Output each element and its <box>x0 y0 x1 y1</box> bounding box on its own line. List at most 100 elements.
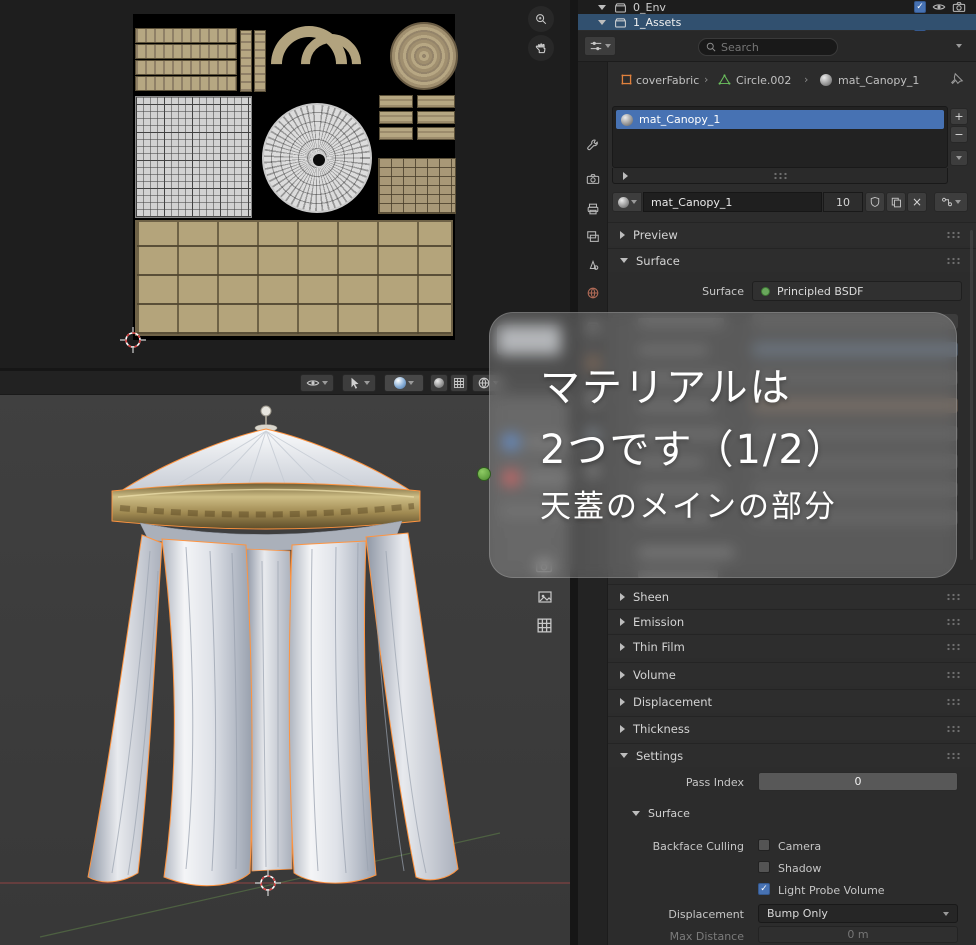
grip-handle[interactable] <box>946 671 962 679</box>
ortho-grid-gizmo[interactable] <box>536 617 553 634</box>
panel-surface-header[interactable]: Surface <box>608 248 976 272</box>
panel-thickness-header[interactable]: Thickness <box>608 716 976 740</box>
max-distance-field[interactable]: 0 m <box>758 926 958 943</box>
xray-toggle[interactable] <box>430 374 448 392</box>
camera-checkbox-label[interactable]: Camera <box>778 840 821 853</box>
surface-shader-button[interactable]: Principled BSDF <box>752 281 962 301</box>
material-name-field[interactable]: mat_Canopy_1 <box>643 192 822 212</box>
minus-icon: − <box>954 128 964 141</box>
panel-preview-header[interactable]: Preview <box>608 222 976 246</box>
uv-island <box>135 96 252 218</box>
collection-label[interactable]: 0_Env <box>633 1 666 14</box>
light-probe-volume-label[interactable]: Light Probe Volume <box>778 884 885 897</box>
fake-user-button[interactable] <box>865 192 885 212</box>
blender-window: 0_Env ✓ 1_Assets ✓ <box>0 0 976 945</box>
expand-caret-icon[interactable] <box>598 4 606 10</box>
camera-checkbox[interactable] <box>758 839 770 851</box>
panel-sheen-header[interactable]: Sheen <box>608 584 976 608</box>
search-box[interactable] <box>698 38 838 56</box>
unlink-material-button[interactable]: × <box>907 192 927 212</box>
displacement-dropdown[interactable]: Bump Only <box>758 904 958 923</box>
panel-title: Displacement <box>633 694 713 709</box>
header-options-caret[interactable] <box>956 44 962 48</box>
render-view-gizmo[interactable] <box>537 589 553 605</box>
subpanel-surface-header[interactable]: Surface <box>622 802 976 824</box>
tab-output[interactable] <box>586 202 600 216</box>
panel-volume-header[interactable]: Volume <box>608 662 976 686</box>
grip-handle[interactable] <box>946 752 962 760</box>
grip-handle[interactable] <box>946 725 962 733</box>
remove-slot-button[interactable]: − <box>950 126 968 143</box>
tab-world[interactable] <box>586 286 600 300</box>
sphere-icon <box>434 378 444 388</box>
collection-label[interactable]: 1_Assets <box>633 16 681 29</box>
outliner-row-env[interactable]: 0_Env ✓ <box>578 0 976 14</box>
chevron-right-icon <box>620 697 625 706</box>
pass-index-field[interactable]: 0 <box>758 772 958 791</box>
uv-2d-cursor[interactable] <box>120 327 146 353</box>
breadcrumb-mesh[interactable]: Circle.002 <box>736 74 791 87</box>
camera-icon[interactable] <box>952 0 966 14</box>
object-type-visibility-dropdown[interactable] <box>300 374 334 392</box>
tab-view-layer[interactable] <box>586 230 600 244</box>
backface-culling-label: Backface Culling <box>652 840 744 853</box>
viewport-shading-dropdown[interactable] <box>384 374 424 392</box>
collection-checkbox[interactable]: ✓ <box>914 1 926 13</box>
material-slot-name: mat_Canopy_1 <box>639 113 721 126</box>
tab-scene[interactable] <box>586 258 600 272</box>
chevron-down-icon <box>620 258 628 263</box>
search-input[interactable] <box>721 40 821 54</box>
grip-handle[interactable] <box>946 643 962 651</box>
breadcrumb-object[interactable]: coverFabric <box>636 74 699 87</box>
zoom-gizmo[interactable] <box>528 6 554 32</box>
shadow-checkbox[interactable] <box>758 861 770 873</box>
properties-header <box>578 31 976 62</box>
outliner-row-assets[interactable]: 1_Assets ✓ <box>578 14 976 42</box>
select-tool-dropdown[interactable] <box>342 374 376 392</box>
grip-handle[interactable] <box>946 231 962 239</box>
uv-island <box>135 44 237 59</box>
grip-handle[interactable] <box>946 618 962 626</box>
displacement-label: Displacement <box>668 908 744 921</box>
check-icon: ✓ <box>760 883 768 894</box>
grid-toggle[interactable] <box>450 374 468 392</box>
editor-type-button[interactable] <box>584 36 616 56</box>
uv-island <box>254 30 266 92</box>
chevron-down-icon <box>632 810 640 816</box>
grip-handle[interactable] <box>773 172 789 180</box>
new-material-button[interactable] <box>886 192 906 212</box>
chevron-down-icon <box>630 200 637 204</box>
panel-displacement-header[interactable]: Displacement <box>608 689 976 713</box>
uv-editor-area <box>0 0 570 368</box>
viewport-3d-area[interactable] <box>0 371 570 945</box>
uv-canvas[interactable] <box>133 10 458 340</box>
pin-icon[interactable] <box>950 72 964 86</box>
browse-material-button[interactable] <box>612 192 642 212</box>
expand-caret-icon[interactable] <box>623 172 628 180</box>
node-tree-button[interactable] <box>934 192 968 212</box>
material-slot-selected[interactable]: mat_Canopy_1 <box>616 110 944 129</box>
shadow-checkbox-label[interactable]: Shadow <box>778 862 821 875</box>
grip-handle[interactable] <box>946 698 962 706</box>
expand-caret-icon[interactable] <box>598 19 606 25</box>
panel-settings-header[interactable]: Settings <box>608 743 976 767</box>
light-probe-volume-checkbox[interactable]: ✓ <box>758 883 770 895</box>
scrollbar[interactable] <box>970 230 973 560</box>
mesh-data-icon <box>718 74 731 85</box>
tab-render[interactable] <box>586 172 600 186</box>
tab-tool[interactable] <box>586 138 600 152</box>
pan-gizmo[interactable] <box>528 35 554 61</box>
max-distance-label: Max Distance <box>669 930 744 943</box>
grip-handle[interactable] <box>946 257 962 265</box>
slot-specials-button[interactable] <box>950 150 968 166</box>
grip-handle[interactable] <box>946 593 962 601</box>
close-icon: × <box>911 195 923 209</box>
breadcrumb-material[interactable]: mat_Canopy_1 <box>838 74 919 87</box>
users-count-button[interactable]: 10 <box>823 192 863 212</box>
collection-icon <box>615 17 626 27</box>
panel-thin-film-header[interactable]: Thin Film <box>608 634 976 658</box>
add-slot-button[interactable]: + <box>950 108 968 125</box>
panel-emission-header[interactable]: Emission <box>608 609 976 633</box>
eye-icon[interactable] <box>932 0 946 14</box>
uv-island <box>378 158 456 214</box>
